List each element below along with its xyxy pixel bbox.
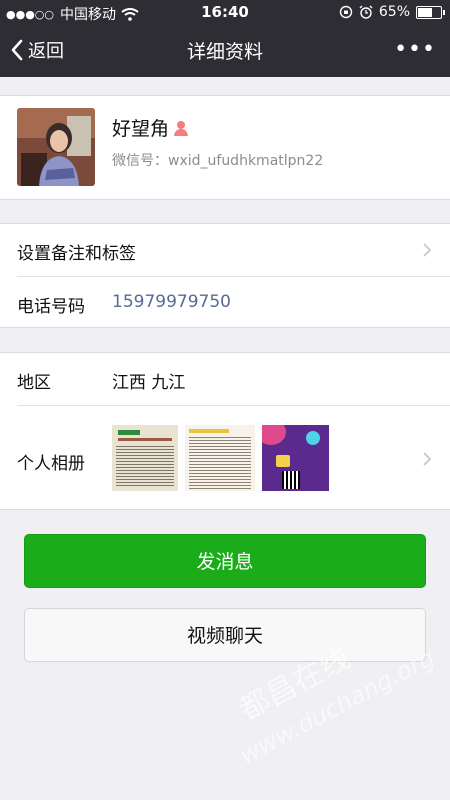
region-value: 江西 九江 [112,373,186,393]
avatar[interactable] [17,108,95,186]
profile-card: 好望角 微信号：wxid_ufudhkmatlpn22 [0,95,450,200]
rotation-lock-icon [339,5,353,19]
album-thumbnail [112,425,178,491]
remark-tags-label: 设置备注和标签 [17,244,136,264]
send-message-button[interactable]: 发消息 [24,534,426,588]
more-options-icon[interactable]: ••• [394,37,436,62]
navigation-bar: 返回 详细资料 ••• [0,24,450,77]
contact-info-group: 设置备注和标签 电话号码 15979979750 [0,223,450,328]
header: ●●●○○ 中国移动 16:40 65% 返回 详细资料 ••• [0,0,450,77]
alarm-icon [359,5,373,19]
contact-name: 好望角 [112,118,170,140]
album-row[interactable]: 个人相册 [0,406,450,511]
phone-row: 电话号码 15979979750 [0,277,450,329]
page-title: 详细资料 [186,41,263,63]
album-thumbnail [262,425,329,491]
female-icon [174,120,189,136]
phone-label: 电话号码 [17,297,85,317]
album-thumbnail [185,425,255,491]
region-label: 地区 [17,373,51,393]
status-bar: ●●●○○ 中国移动 16:40 65% [0,0,450,24]
avatar-photo [17,108,95,186]
album-label: 个人相册 [17,454,85,474]
chevron-right-icon [423,243,432,257]
phone-number-link[interactable]: 15979979750 [112,292,231,312]
battery-icon [416,5,445,19]
profile-details-group: 地区 江西 九江 个人相册 [0,352,450,510]
remark-tags-row[interactable]: 设置备注和标签 [0,224,450,276]
chevron-right-icon [423,452,432,466]
region-row: 地区 江西 九江 [0,353,450,405]
battery-percent: 65% [378,4,410,20]
video-chat-button[interactable]: 视频聊天 [24,608,426,662]
wechat-id: 微信号：wxid_ufudhkmatlpn22 [112,153,324,169]
